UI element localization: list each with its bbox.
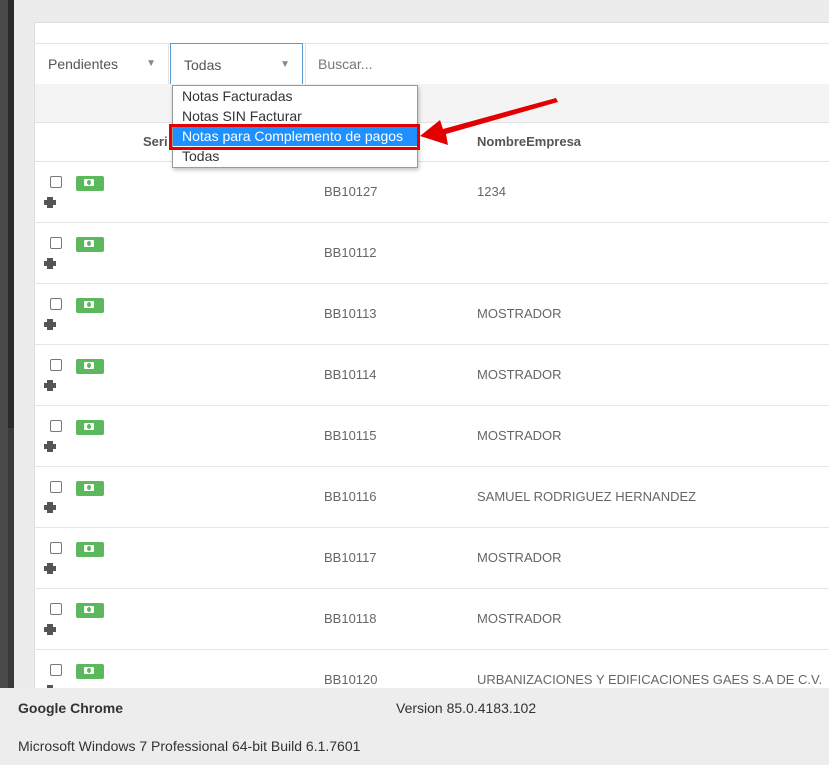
row-serie: BB10114 <box>324 367 377 382</box>
row-serie: BB10127 <box>324 184 378 199</box>
row-serie: BB10115 <box>324 428 377 443</box>
row-checkbox[interactable] <box>50 298 62 310</box>
printer-icon[interactable] <box>44 441 56 452</box>
option-notas-sin-facturar[interactable]: Notas SIN Facturar <box>173 106 417 126</box>
window-edge <box>0 0 8 688</box>
money-icon[interactable] <box>76 664 104 679</box>
table-row[interactable]: BB10112 <box>35 223 829 284</box>
row-checkbox[interactable] <box>50 603 62 615</box>
table-row[interactable]: BB10114 MOSTRADOR <box>35 345 829 406</box>
row-nombre-empresa: MOSTRADOR <box>477 306 562 321</box>
browser-name: Google Chrome <box>18 700 124 716</box>
search-input[interactable]: Buscar... <box>305 44 829 84</box>
system-info-footer: Google Chrome Version 85.0.4183.102 Micr… <box>0 688 829 765</box>
row-serie: BB10113 <box>324 306 377 321</box>
red-arrow-annotation <box>420 98 558 145</box>
money-icon[interactable] <box>76 298 104 313</box>
os-info: Microsoft Windows 7 Professional 64-bit … <box>18 738 361 754</box>
printer-icon[interactable] <box>44 319 56 330</box>
money-icon[interactable] <box>76 359 104 374</box>
row-checkbox[interactable] <box>50 542 62 554</box>
money-icon[interactable] <box>76 176 104 191</box>
row-serie: BB10120 <box>324 672 378 687</box>
table-row[interactable]: BB10117 MOSTRADOR <box>35 528 829 589</box>
table-row[interactable]: BB10120 URBANIZACIONES Y EDIFICACIONES GA… <box>35 650 829 688</box>
column-header-serie[interactable]: Seri <box>143 123 168 161</box>
row-nombre-empresa: URBANIZACIONES Y EDIFICACIONES GAES S.A … <box>477 672 823 687</box>
row-nombre-empresa: MOSTRADOR <box>477 367 562 382</box>
browser-version: Version 85.0.4183.102 <box>396 700 537 716</box>
chevron-down-icon: ▼ <box>280 59 290 70</box>
printer-icon[interactable] <box>44 197 56 208</box>
row-serie: BB10117 <box>324 550 377 565</box>
row-serie: BB10112 <box>324 245 377 260</box>
chevron-down-icon: ▼ <box>146 58 156 69</box>
row-nombre-empresa: MOSTRADOR <box>477 550 562 565</box>
row-nombre-empresa: MOSTRADOR <box>477 611 562 626</box>
money-icon[interactable] <box>76 603 104 618</box>
printer-icon[interactable] <box>44 624 56 635</box>
highlight-box <box>169 124 420 150</box>
money-icon[interactable] <box>76 237 104 252</box>
type-select[interactable]: Todas ▼ <box>170 43 303 85</box>
row-nombre-empresa: SAMUEL RODRIGUEZ HERNANDEZ <box>477 489 697 504</box>
row-serie: BB10118 <box>324 611 377 626</box>
filter-bar: Pendientes ▼ Todas ▼ Buscar... <box>35 43 829 85</box>
search-placeholder: Buscar... <box>318 56 373 72</box>
status-select-value: Pendientes <box>48 56 119 72</box>
table-row[interactable]: BB10116 SAMUEL RODRIGUEZ HERNANDEZ <box>35 467 829 528</box>
row-serie: BB10116 <box>324 489 377 504</box>
table-row[interactable]: BB10127 1234 <box>35 162 829 223</box>
money-icon[interactable] <box>76 542 104 557</box>
row-checkbox[interactable] <box>50 664 62 676</box>
type-select-value: Todas <box>184 57 222 73</box>
printer-icon[interactable] <box>44 502 56 513</box>
table-row[interactable]: BB10115 MOSTRADOR <box>35 406 829 467</box>
row-checkbox[interactable] <box>50 481 62 493</box>
table-row[interactable]: BB10113 MOSTRADOR <box>35 284 829 345</box>
printer-icon[interactable] <box>44 563 56 574</box>
row-checkbox[interactable] <box>50 237 62 249</box>
row-nombre-empresa: MOSTRADOR <box>477 428 562 443</box>
row-checkbox[interactable] <box>50 176 62 188</box>
option-notas-facturadas[interactable]: Notas Facturadas <box>173 86 417 106</box>
printer-icon[interactable] <box>44 258 56 269</box>
row-checkbox[interactable] <box>50 359 62 371</box>
row-nombre-empresa: 1234 <box>477 184 506 199</box>
printer-icon[interactable] <box>44 380 56 391</box>
money-icon[interactable] <box>76 481 104 496</box>
row-checkbox[interactable] <box>50 420 62 432</box>
status-select[interactable]: Pendientes ▼ <box>35 44 169 84</box>
table-row[interactable]: BB10118 MOSTRADOR <box>35 589 829 650</box>
money-icon[interactable] <box>76 420 104 435</box>
